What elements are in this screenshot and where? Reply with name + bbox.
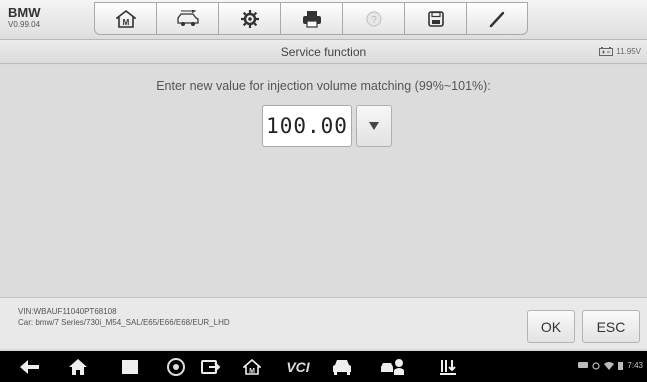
chat-icon [578,361,589,368]
save-icon [427,10,444,27]
browser-icon [167,358,185,376]
pen-button[interactable] [466,2,528,35]
back-arrow-icon [20,360,39,374]
save-button[interactable] [404,2,466,35]
settings-icon [240,9,259,28]
print-button[interactable] [280,2,342,35]
vehicle-swap-icon [176,9,199,26]
home-button[interactable]: M [94,2,156,35]
browser-button[interactable] [164,357,188,377]
home-m-button[interactable]: M [240,357,264,377]
toolbar-buttons: M ? [94,2,528,35]
home-nav-icon [69,359,87,375]
svg-text:M: M [122,18,129,27]
pen-icon [489,11,505,27]
settings-button[interactable] [218,2,280,35]
title-bar: Service function 11.95V [0,40,647,64]
help-button[interactable]: ? [342,2,404,35]
car-icon [333,360,351,375]
remote-button[interactable] [190,357,230,377]
workshop-button[interactable] [378,357,408,377]
workshop-icon [381,359,404,375]
battery-icon [599,47,614,56]
esc-button[interactable]: ESC [582,310,640,343]
vehicle-info: VIN:WBAUF11040PT68108 Car: bmw/7 Series/… [18,306,230,328]
home-nav-button[interactable] [66,357,90,377]
page-title: Service function [280,45,367,59]
main-panel: Enter new value for injection volume mat… [0,65,647,297]
car-button[interactable] [330,357,354,377]
update-icon [440,360,456,375]
value-dropdown-button[interactable] [356,105,392,147]
wifi-icon [604,361,615,370]
version-label: V0.99.04 [8,20,41,29]
home-m-icon: M [243,359,261,375]
car-text: Car: bmw/7 Series/730i_M54_SAL/E65/E66/E… [18,318,230,327]
brand-name: BMW [8,5,41,20]
recents-icon [122,360,138,374]
back-button[interactable] [18,357,42,377]
system-nav-bar: M VCI 7:43 [0,351,647,382]
help-icon: ? [366,11,381,26]
recents-button[interactable] [118,357,142,377]
chevron-down-icon [369,122,379,130]
battery-status-icon [618,362,624,370]
value-input[interactable]: 100.00 [262,105,352,147]
status-area: 7:43 [578,361,643,370]
ok-button[interactable]: OK [527,310,575,343]
update-button[interactable] [436,357,460,377]
remote-icon [201,360,221,374]
top-toolbar: BMW V0.99.04 M ? [0,0,647,40]
print-icon [302,10,321,28]
vin-text: VIN:WBAUF11040PT68108 [18,307,117,316]
clock: 7:43 [627,361,643,370]
svg-text:?: ? [371,15,377,26]
sync-icon [592,361,601,370]
svg-text:M: M [249,368,255,375]
brand: BMW V0.99.04 [8,5,41,30]
vehicle-swap-button[interactable] [156,2,218,35]
footer-bar: VIN:WBAUF11040PT68108 Car: bmw/7 Series/… [0,297,647,349]
home-icon: M [115,9,136,28]
input-prompt: Enter new value for injection volume mat… [156,79,491,93]
battery-status: 11.95V [599,47,641,56]
battery-voltage: 11.95V [616,47,641,56]
vci-button[interactable]: VCI [280,357,316,377]
vci-label: VCI [286,359,310,375]
